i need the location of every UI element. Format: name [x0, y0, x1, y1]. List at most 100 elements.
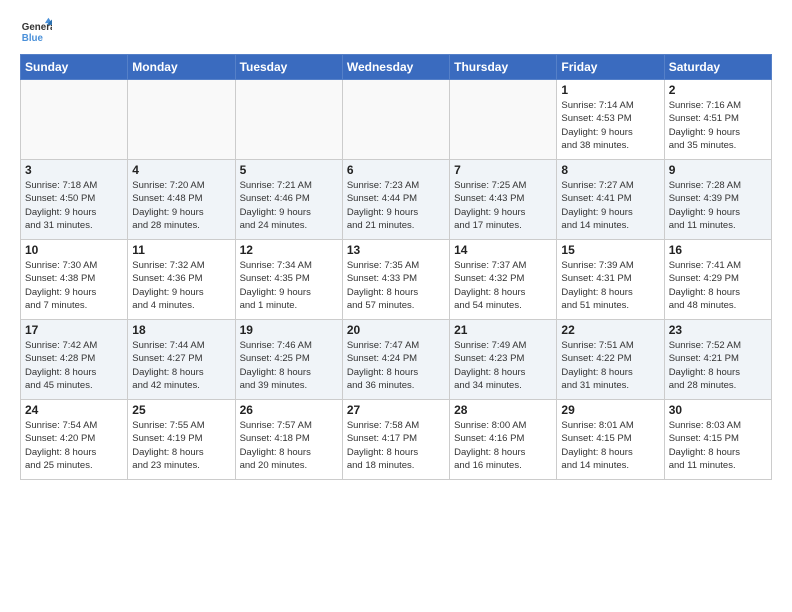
- day-info: Sunrise: 7:14 AMSunset: 4:53 PMDaylight:…: [561, 99, 659, 152]
- calendar-cell-2: 2 Sunrise: 7:16 AMSunset: 4:51 PMDaylight…: [664, 80, 771, 160]
- day-number: 9: [669, 163, 767, 177]
- day-number: 20: [347, 323, 445, 337]
- week-row-4: 24 Sunrise: 7:54 AMSunset: 4:20 PMDayligh…: [21, 400, 772, 480]
- day-info: Sunrise: 7:30 AMSunset: 4:38 PMDaylight:…: [25, 259, 123, 312]
- calendar-cell-26: 26 Sunrise: 7:57 AMSunset: 4:18 PMDayligh…: [235, 400, 342, 480]
- calendar-table: SundayMondayTuesdayWednesdayThursdayFrid…: [20, 54, 772, 480]
- calendar-cell-empty: [342, 80, 449, 160]
- week-row-1: 3 Sunrise: 7:18 AMSunset: 4:50 PMDaylight…: [21, 160, 772, 240]
- day-info: Sunrise: 7:42 AMSunset: 4:28 PMDaylight:…: [25, 339, 123, 392]
- logo: General Blue: [20, 16, 52, 48]
- day-number: 12: [240, 243, 338, 257]
- calendar-cell-18: 18 Sunrise: 7:44 AMSunset: 4:27 PMDayligh…: [128, 320, 235, 400]
- day-info: Sunrise: 7:39 AMSunset: 4:31 PMDaylight:…: [561, 259, 659, 312]
- calendar-cell-27: 27Sunrise: 7:58 AMSunset: 4:17 PMDayligh…: [342, 400, 449, 480]
- day-info: Sunrise: 7:16 AMSunset: 4:51 PMDaylight:…: [669, 99, 767, 152]
- day-number: 4: [132, 163, 230, 177]
- page: General Blue SundayMondayTuesdayWednesda…: [0, 0, 792, 612]
- day-number: 11: [132, 243, 230, 257]
- day-number: 30: [669, 403, 767, 417]
- day-number: 6: [347, 163, 445, 177]
- day-number: 28: [454, 403, 552, 417]
- calendar-cell-10: 10 Sunrise: 7:30 AMSunset: 4:38 PMDayligh…: [21, 240, 128, 320]
- calendar-cell-empty: [21, 80, 128, 160]
- day-info: Sunrise: 7:54 AMSunset: 4:20 PMDaylight:…: [25, 419, 123, 472]
- weekday-header-monday: Monday: [128, 55, 235, 80]
- day-number: 23: [669, 323, 767, 337]
- calendar-cell-13: 13 Sunrise: 7:35 AMSunset: 4:33 PMDayligh…: [342, 240, 449, 320]
- day-number: 17: [25, 323, 123, 337]
- calendar-cell-7: 7 Sunrise: 7:25 AMSunset: 4:43 PMDaylight…: [450, 160, 557, 240]
- day-info: Sunrise: 8:03 AMSunset: 4:15 PMDaylight:…: [669, 419, 767, 472]
- calendar-cell-8: 8Sunrise: 7:27 AMSunset: 4:41 PMDaylight…: [557, 160, 664, 240]
- day-info: Sunrise: 7:57 AMSunset: 4:18 PMDaylight:…: [240, 419, 338, 472]
- day-number: 3: [25, 163, 123, 177]
- day-number: 7: [454, 163, 552, 177]
- day-info: Sunrise: 7:18 AMSunset: 4:50 PMDaylight:…: [25, 179, 123, 232]
- calendar-cell-21: 21 Sunrise: 7:49 AMSunset: 4:23 PMDayligh…: [450, 320, 557, 400]
- calendar-cell-14: 14 Sunrise: 7:37 AMSunset: 4:32 PMDayligh…: [450, 240, 557, 320]
- calendar-cell-25: 25 Sunrise: 7:55 AMSunset: 4:19 PMDayligh…: [128, 400, 235, 480]
- day-info: Sunrise: 7:32 AMSunset: 4:36 PMDaylight:…: [132, 259, 230, 312]
- calendar-cell-11: 11 Sunrise: 7:32 AMSunset: 4:36 PMDayligh…: [128, 240, 235, 320]
- day-info: Sunrise: 7:34 AMSunset: 4:35 PMDaylight:…: [240, 259, 338, 312]
- day-info: Sunrise: 7:35 AMSunset: 4:33 PMDaylight:…: [347, 259, 445, 312]
- calendar-cell-24: 24 Sunrise: 7:54 AMSunset: 4:20 PMDayligh…: [21, 400, 128, 480]
- weekday-header-wednesday: Wednesday: [342, 55, 449, 80]
- day-number: 16: [669, 243, 767, 257]
- calendar-cell-30: 30 Sunrise: 8:03 AMSunset: 4:15 PMDayligh…: [664, 400, 771, 480]
- weekday-header-sunday: Sunday: [21, 55, 128, 80]
- weekday-header-thursday: Thursday: [450, 55, 557, 80]
- day-number: 13: [347, 243, 445, 257]
- day-number: 18: [132, 323, 230, 337]
- day-info: Sunrise: 8:01 AMSunset: 4:15 PMDaylight:…: [561, 419, 659, 472]
- calendar-cell-22: 22 Sunrise: 7:51 AMSunset: 4:22 PMDayligh…: [557, 320, 664, 400]
- day-number: 1: [561, 83, 659, 97]
- weekday-header-friday: Friday: [557, 55, 664, 80]
- calendar-cell-15: 15 Sunrise: 7:39 AMSunset: 4:31 PMDayligh…: [557, 240, 664, 320]
- calendar-cell-empty: [450, 80, 557, 160]
- day-number: 19: [240, 323, 338, 337]
- day-info: Sunrise: 7:21 AMSunset: 4:46 PMDaylight:…: [240, 179, 338, 232]
- day-number: 10: [25, 243, 123, 257]
- day-info: Sunrise: 7:27 AMSunset: 4:41 PMDaylight:…: [561, 179, 659, 232]
- day-info: Sunrise: 7:20 AMSunset: 4:48 PMDaylight:…: [132, 179, 230, 232]
- day-number: 29: [561, 403, 659, 417]
- day-number: 21: [454, 323, 552, 337]
- day-info: Sunrise: 7:49 AMSunset: 4:23 PMDaylight:…: [454, 339, 552, 392]
- calendar-cell-12: 12 Sunrise: 7:34 AMSunset: 4:35 PMDayligh…: [235, 240, 342, 320]
- weekday-header-tuesday: Tuesday: [235, 55, 342, 80]
- calendar-cell-6: 6Sunrise: 7:23 AMSunset: 4:44 PMDaylight…: [342, 160, 449, 240]
- calendar-cell-28: 28 Sunrise: 8:00 AMSunset: 4:16 PMDayligh…: [450, 400, 557, 480]
- day-number: 15: [561, 243, 659, 257]
- day-info: Sunrise: 7:37 AMSunset: 4:32 PMDaylight:…: [454, 259, 552, 312]
- day-info: Sunrise: 7:41 AMSunset: 4:29 PMDaylight:…: [669, 259, 767, 312]
- day-info: Sunrise: 8:00 AMSunset: 4:16 PMDaylight:…: [454, 419, 552, 472]
- day-info: Sunrise: 7:51 AMSunset: 4:22 PMDaylight:…: [561, 339, 659, 392]
- day-info: Sunrise: 7:46 AMSunset: 4:25 PMDaylight:…: [240, 339, 338, 392]
- calendar-cell-19: 19 Sunrise: 7:46 AMSunset: 4:25 PMDayligh…: [235, 320, 342, 400]
- calendar-cell-23: 23 Sunrise: 7:52 AMSunset: 4:21 PMDayligh…: [664, 320, 771, 400]
- svg-text:General: General: [22, 22, 52, 33]
- day-number: 5: [240, 163, 338, 177]
- day-number: 14: [454, 243, 552, 257]
- calendar-cell-29: 29 Sunrise: 8:01 AMSunset: 4:15 PMDayligh…: [557, 400, 664, 480]
- day-number: 26: [240, 403, 338, 417]
- weekday-header-saturday: Saturday: [664, 55, 771, 80]
- day-number: 24: [25, 403, 123, 417]
- calendar-cell-4: 4 Sunrise: 7:20 AMSunset: 4:48 PMDaylight…: [128, 160, 235, 240]
- svg-text:Blue: Blue: [22, 33, 44, 44]
- calendar-cell-3: 3 Sunrise: 7:18 AMSunset: 4:50 PMDaylight…: [21, 160, 128, 240]
- day-number: 25: [132, 403, 230, 417]
- calendar-cell-5: 5 Sunrise: 7:21 AMSunset: 4:46 PMDaylight…: [235, 160, 342, 240]
- day-info: Sunrise: 7:25 AMSunset: 4:43 PMDaylight:…: [454, 179, 552, 232]
- week-row-2: 10 Sunrise: 7:30 AMSunset: 4:38 PMDayligh…: [21, 240, 772, 320]
- day-number: 2: [669, 83, 767, 97]
- calendar-cell-empty: [235, 80, 342, 160]
- header: General Blue: [20, 16, 772, 48]
- day-info: Sunrise: 7:55 AMSunset: 4:19 PMDaylight:…: [132, 419, 230, 472]
- day-info: Sunrise: 7:52 AMSunset: 4:21 PMDaylight:…: [669, 339, 767, 392]
- day-info: Sunrise: 7:44 AMSunset: 4:27 PMDaylight:…: [132, 339, 230, 392]
- calendar-cell-20: 20Sunrise: 7:47 AMSunset: 4:24 PMDayligh…: [342, 320, 449, 400]
- day-number: 22: [561, 323, 659, 337]
